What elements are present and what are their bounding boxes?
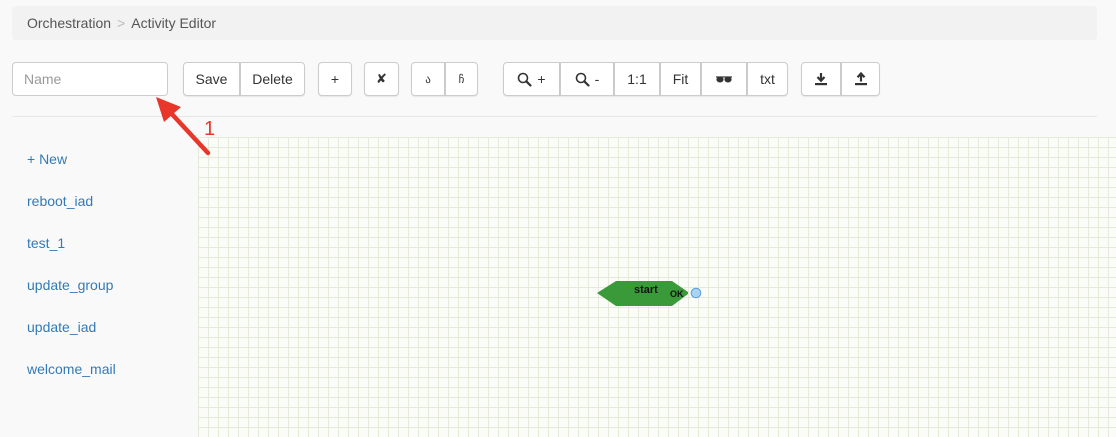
start-node-port-label: OK <box>670 289 684 299</box>
new-activity-link[interactable]: + New <box>27 151 67 167</box>
breadcrumb-orchestration[interactable]: Orchestration <box>27 15 111 31</box>
txt-button[interactable]: txt <box>747 62 788 96</box>
search-icon <box>575 72 590 87</box>
preview-button[interactable] <box>701 62 747 96</box>
save-button[interactable]: Save <box>183 62 240 96</box>
fit-button[interactable]: Fit <box>660 62 701 96</box>
zoom-out-button[interactable]: - <box>560 62 614 96</box>
name-input[interactable] <box>12 62 168 96</box>
upload-button[interactable] <box>841 62 880 96</box>
search-icon <box>518 72 533 87</box>
actual-size-button[interactable]: 1:1 <box>614 62 660 96</box>
activity-item-update-group[interactable]: update_group <box>27 277 113 293</box>
start-node-label: start <box>634 284 658 296</box>
download-icon <box>815 73 827 86</box>
output-port[interactable] <box>690 287 702 299</box>
zoom-in-label: + <box>537 71 546 87</box>
redo-button[interactable]: ჩ <box>445 62 478 96</box>
zoom-out-label: - <box>594 71 600 87</box>
activity-item-test-1[interactable]: test_1 <box>27 235 65 251</box>
activity-item-update-iad[interactable]: update_iad <box>27 319 96 335</box>
breadcrumb-separator: > <box>117 15 126 31</box>
upload-icon <box>854 72 867 86</box>
zoom-in-button[interactable]: + <box>503 62 560 96</box>
breadcrumb-current: Activity Editor <box>131 15 217 31</box>
download-button[interactable] <box>801 62 841 96</box>
activity-item-welcome-mail[interactable]: welcome_mail <box>27 361 116 377</box>
annotation-number: 1 <box>204 118 216 140</box>
remove-node-button[interactable]: ✘ <box>364 62 399 96</box>
breadcrumb: Orchestration > Activity Editor <box>12 6 1097 40</box>
activity-item-reboot-iad[interactable]: reboot_iad <box>27 193 93 209</box>
add-node-button[interactable]: + <box>318 62 352 96</box>
undo-button[interactable]: ა <box>411 62 445 96</box>
delete-button[interactable]: Delete <box>240 62 305 96</box>
glasses-icon <box>716 76 732 83</box>
